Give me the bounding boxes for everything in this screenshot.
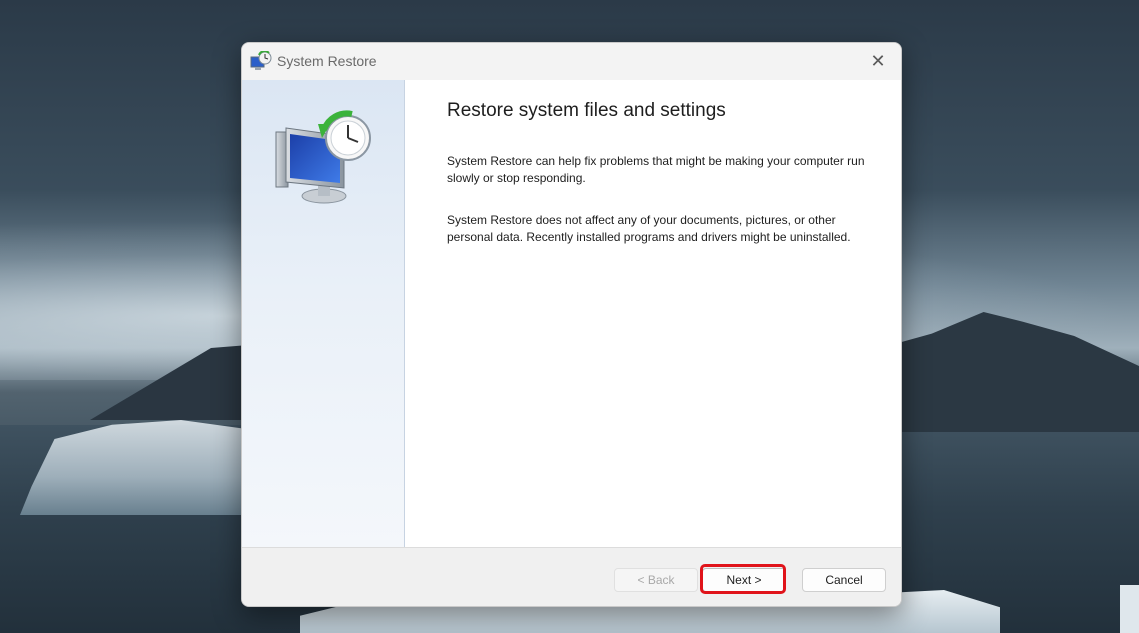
window-title: System Restore [277,53,377,69]
system-restore-window: System Restore ✕ Restore system files an… [241,42,902,607]
title-bar[interactable]: System Restore ✕ [242,43,901,80]
wizard-content: Restore system files and settings System… [405,80,901,547]
cancel-button[interactable]: Cancel [802,568,886,592]
page-title: Restore system files and settings [447,100,726,121]
system-restore-icon [250,51,272,70]
wizard-footer: < Back Next > Cancel [242,547,901,606]
back-button[interactable]: < Back [614,568,698,592]
next-button[interactable]: Next > [702,568,786,592]
desktop-ice-right [1120,585,1139,633]
close-button[interactable]: ✕ [855,43,901,80]
wizard-sidebar [242,80,405,547]
close-icon: ✕ [870,51,886,71]
system-restore-icon [275,110,371,204]
description-paragraph-2: System Restore does not affect any of yo… [447,213,851,244]
description-paragraph-1: System Restore can help fix problems tha… [447,154,865,185]
